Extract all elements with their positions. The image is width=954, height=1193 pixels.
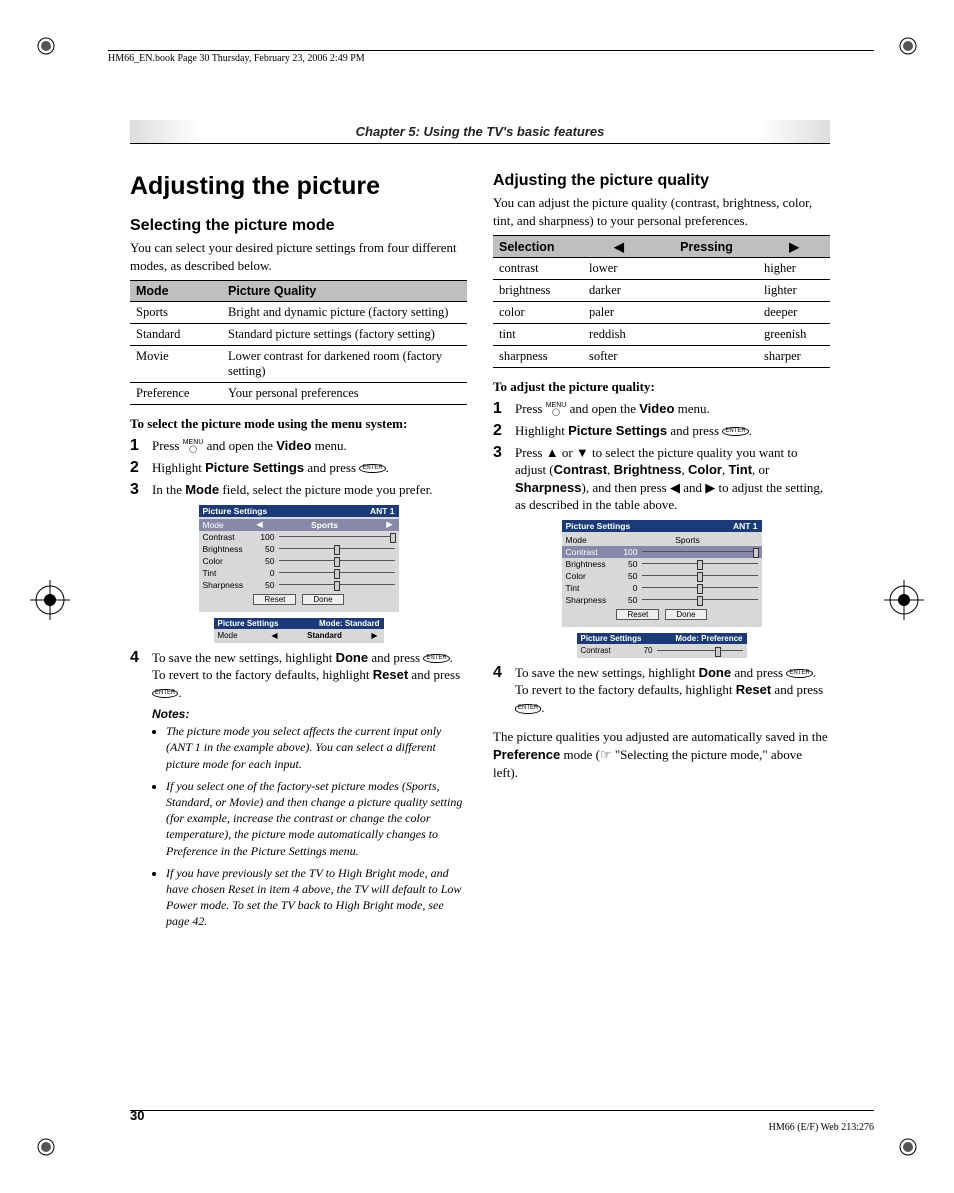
- cell: greenish: [758, 324, 830, 346]
- step-text: To save the new settings, highlight Done…: [515, 664, 830, 717]
- tail-paragraph: The picture qualities you adjusted are a…: [493, 728, 830, 781]
- intro-text: You can select your desired picture sett…: [130, 239, 467, 274]
- crop-mark-icon: [894, 1133, 918, 1157]
- step-num: 1: [493, 400, 515, 418]
- enter-button-icon: ENTER: [722, 427, 748, 436]
- step-num: 4: [130, 649, 152, 702]
- note-item: If you have previously set the TV to Hig…: [166, 865, 467, 930]
- cell: Your personal preferences: [222, 383, 467, 405]
- th: Selection: [493, 236, 583, 258]
- cell: sharpness: [493, 346, 583, 368]
- cell: sharper: [758, 346, 830, 368]
- step-text: Highlight Picture Settings and press ENT…: [152, 459, 467, 477]
- howto-head: To select the picture mode using the men…: [130, 415, 467, 433]
- howto-head: To adjust the picture quality:: [493, 378, 830, 396]
- osd-picture-settings: Picture SettingsANT 1 ModeSports Contras…: [562, 520, 762, 627]
- cell: reddish: [583, 324, 758, 346]
- th-quality: Picture Quality: [222, 281, 467, 302]
- cell: Standard picture settings (factory setti…: [222, 324, 467, 346]
- right-arrow-icon: ▶: [705, 480, 715, 495]
- crop-mark-icon: [894, 36, 918, 60]
- cell: Bright and dynamic picture (factory sett…: [222, 302, 467, 324]
- osd-mode-bar: Picture SettingsMode: Preference Contras…: [577, 633, 747, 658]
- osd-picture-settings: Picture SettingsANT 1 Mode◀Sports▶ Contr…: [199, 505, 399, 612]
- step-text: Press ▲ or ▼ to select the picture quali…: [515, 444, 830, 514]
- cell: brightness: [493, 280, 583, 302]
- osd-mode-bar: Picture SettingsMode: Standard Mode◀Stan…: [214, 618, 384, 643]
- heading-adjusting-quality: Adjusting the picture quality: [493, 172, 830, 190]
- build-header: HM66_EN.book Page 30 Thursday, February …: [108, 50, 874, 64]
- cell: paler: [583, 302, 758, 324]
- registration-mark-icon: [884, 580, 924, 620]
- page-number: 30: [130, 1108, 144, 1123]
- cell: Preference: [130, 383, 222, 405]
- th-right-arrow-icon: ▶: [758, 236, 830, 258]
- cell: darker: [583, 280, 758, 302]
- intro-text: You can adjust the picture quality (cont…: [493, 194, 830, 229]
- cell: lower: [583, 258, 758, 280]
- heading-selecting-mode: Selecting the picture mode: [130, 217, 467, 235]
- cell: Lower contrast for darkened room (factor…: [222, 346, 467, 383]
- cell: deeper: [758, 302, 830, 324]
- cell: lighter: [758, 280, 830, 302]
- note-item: The picture mode you select affects the …: [166, 723, 467, 772]
- cell: tint: [493, 324, 583, 346]
- th-left-arrow-icon: ◀: [583, 236, 655, 258]
- heading-adjusting-picture: Adjusting the picture: [130, 172, 467, 201]
- cell: color: [493, 302, 583, 324]
- cell: Movie: [130, 346, 222, 383]
- step-num: 1: [130, 437, 152, 455]
- step-text: To save the new settings, highlight Done…: [152, 649, 467, 702]
- notes-heading: Notes:: [152, 707, 467, 721]
- up-arrow-icon: ▲: [546, 445, 559, 460]
- step-text: Press MENU◯ and open the Video menu.: [515, 400, 830, 418]
- cell: contrast: [493, 258, 583, 280]
- enter-button-icon: ENTER: [152, 689, 178, 698]
- step-num: 3: [493, 444, 515, 514]
- step-num: 4: [493, 664, 515, 717]
- crop-mark-icon: [36, 1133, 60, 1157]
- enter-button-icon: ENTER: [423, 654, 449, 663]
- menu-button-icon: MENU◯: [183, 440, 204, 453]
- left-arrow-icon: ◀: [670, 480, 680, 495]
- cell: softer: [583, 346, 758, 368]
- footer-code: HM66 (E/F) Web 213:276: [769, 1122, 874, 1133]
- enter-button-icon: ENTER: [515, 704, 541, 713]
- step-text: Highlight Picture Settings and press ENT…: [515, 422, 830, 440]
- notes-list: The picture mode you select affects the …: [166, 723, 467, 929]
- enter-button-icon: ENTER: [359, 464, 385, 473]
- enter-button-icon: ENTER: [786, 669, 812, 678]
- crop-mark-icon: [36, 36, 60, 60]
- step-text: In the Mode field, select the picture mo…: [152, 481, 467, 499]
- down-arrow-icon: ▼: [576, 445, 589, 460]
- footer-rule: [130, 1110, 874, 1111]
- mode-table: Mode Picture Quality SportsBright and dy…: [130, 280, 467, 405]
- th: Pressing: [655, 236, 758, 258]
- selection-table: Selection ◀ Pressing ▶ contrastlowerhigh…: [493, 235, 830, 368]
- right-column: Adjusting the picture quality You can ad…: [493, 172, 830, 936]
- registration-mark-icon: [30, 580, 70, 620]
- step-text: Press MENU◯ and open the Video menu.: [152, 437, 467, 455]
- cell: higher: [758, 258, 830, 280]
- chapter-title: Chapter 5: Using the TV's basic features: [130, 120, 830, 144]
- menu-button-icon: MENU◯: [546, 403, 567, 416]
- cell: Sports: [130, 302, 222, 324]
- step-num: 2: [130, 459, 152, 477]
- th-mode: Mode: [130, 281, 222, 302]
- cell: Standard: [130, 324, 222, 346]
- left-column: Adjusting the picture Selecting the pict…: [130, 172, 467, 936]
- step-num: 2: [493, 422, 515, 440]
- step-num: 3: [130, 481, 152, 499]
- note-item: If you select one of the factory-set pic…: [166, 778, 467, 859]
